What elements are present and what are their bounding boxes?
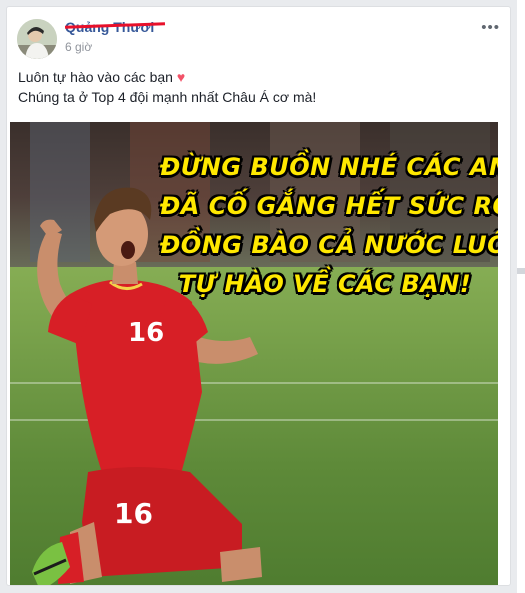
avatar[interactable] (17, 19, 57, 59)
jersey-number: 16 (128, 318, 165, 348)
caption-line-4: TỰ HÀO VỀ CÁC BẠN! (178, 270, 472, 298)
caption-line-1: ĐỪNG BUỒN NHÉ CÁC ANH (160, 153, 498, 181)
post-card: Quảng Thươi 6 giờ ••• Luôn tự hào vào cá… (6, 6, 511, 586)
scrollbar-thumb[interactable] (517, 268, 525, 274)
heart-icon: ♥ (176, 69, 186, 85)
post-line-1-text: Luôn tự hào vào các bạn (18, 69, 173, 85)
post-timestamp[interactable]: 6 giờ (65, 40, 92, 54)
shorts-number: 16 (114, 497, 153, 530)
photo-caption: ĐỪNG BUỒN NHÉ CÁC ANH ĐÃ CỐ GẮNG HẾT SỨC… (160, 148, 498, 304)
scrollbar-track[interactable] (517, 0, 525, 593)
caption-line-2: ĐÃ CỐ GẮNG HẾT SỨC RỒI (160, 192, 498, 220)
avatar-image (17, 19, 57, 59)
caption-line-3: ĐỒNG BÀO CẢ NƯỚC LUÔN (160, 231, 498, 259)
post-photo[interactable]: 16 16 ĐỪNG BUỒN NHÉ CÁC ANH ĐÃ CỐ GẮNG H… (10, 122, 498, 585)
post-line-2: Chúng ta ở Top 4 đội mạnh nhất Châu Á cơ… (18, 89, 317, 105)
more-options-icon[interactable]: ••• (481, 19, 500, 36)
post-line-1: Luôn tự hào vào các bạn ♥ (18, 67, 316, 87)
post-text: Luôn tự hào vào các bạn ♥ Chúng ta ở Top… (18, 67, 316, 107)
